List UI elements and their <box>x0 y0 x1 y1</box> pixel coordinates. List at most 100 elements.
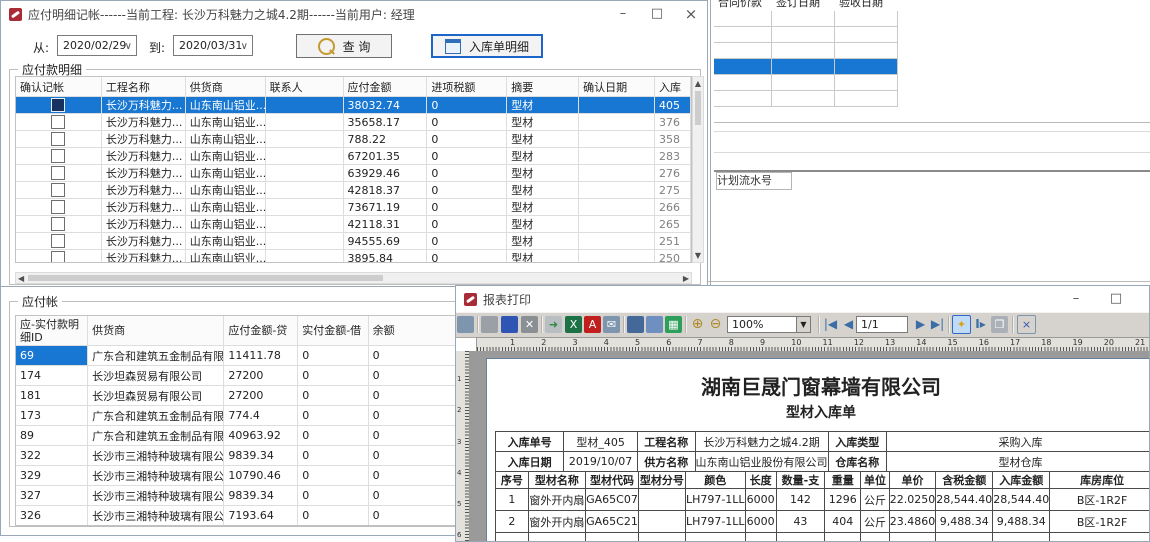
table-row[interactable]: 326长沙市三湘特种玻璃有限公司7193.6400 <box>16 506 465 526</box>
report-detail-cell <box>638 511 685 533</box>
hand-tool-icon[interactable]: ✦ <box>952 315 971 334</box>
confirm-checkbox[interactable] <box>51 251 65 263</box>
column-header[interactable]: 应-实付款明细ID <box>16 316 88 346</box>
table-row[interactable] <box>714 59 900 75</box>
confirm-checkbox[interactable] <box>51 200 65 214</box>
book-icon[interactable] <box>501 316 518 333</box>
last-page-button[interactable]: ▶| <box>929 316 946 333</box>
column-header[interactable]: 供货商 <box>88 316 224 346</box>
table-row[interactable] <box>714 43 900 59</box>
titlebar[interactable]: 报表打印 <box>456 286 1149 312</box>
close-preview-icon[interactable]: × <box>1017 315 1036 334</box>
minimize-button[interactable]: – <box>1059 286 1093 312</box>
table-row[interactable] <box>714 11 900 27</box>
table-row[interactable]: 长沙万科魅力...山东南山铝业...3895.840型材250 <box>16 250 691 263</box>
confirm-checkbox[interactable] <box>51 98 65 112</box>
text-select-tool-icon[interactable]: I▸ <box>972 316 989 333</box>
page-icon[interactable] <box>646 316 663 333</box>
table-row[interactable]: 329长沙市三湘特种玻璃有限公司10790.4600 <box>16 466 465 486</box>
toc-icon[interactable] <box>457 316 474 333</box>
table-row[interactable]: 长沙万科魅力...山东南山铝业...35658.170型材376 <box>16 114 691 131</box>
column-header[interactable]: 工程名称 <box>102 77 186 97</box>
receipt-detail-button[interactable]: 入库单明细 <box>431 34 543 58</box>
from-date-combo[interactable]: 2020/02/29∨ <box>57 35 137 56</box>
column-header[interactable]: 签订日期 <box>772 0 835 11</box>
page-setup-icon[interactable] <box>627 316 644 333</box>
to-date-combo[interactable]: 2020/03/31∨ <box>173 35 253 56</box>
zoom-out-icon[interactable]: ⊖ <box>707 316 724 333</box>
pdf-export-icon[interactable]: A <box>584 316 601 333</box>
table-cell <box>579 199 655 216</box>
table-row[interactable]: 69广东合和建筑五金制品有限公司11411.7800 <box>16 346 465 366</box>
print-icon[interactable] <box>481 316 498 333</box>
table-cell: 型材 <box>507 148 579 165</box>
column-header[interactable]: 联系人 <box>266 77 344 97</box>
next-page-button[interactable]: ▶ <box>912 316 929 333</box>
grid-icon[interactable]: ▦ <box>665 316 682 333</box>
close-button[interactable]: × <box>674 1 708 27</box>
report-detail-cell: 404 <box>825 511 861 533</box>
confirm-checkbox[interactable] <box>51 217 65 231</box>
page-number-box[interactable]: 1/1 <box>856 316 908 333</box>
column-header[interactable]: 合同价款 <box>714 0 772 11</box>
confirm-checkbox[interactable] <box>51 234 65 248</box>
table-row[interactable]: 长沙万科魅力...山东南山铝业...42118.310型材265 <box>16 216 691 233</box>
query-button[interactable]: 查 询 <box>296 34 392 58</box>
table-cell <box>579 216 655 233</box>
table-cell: 266 <box>655 199 691 216</box>
background-window: 合同价款签订日期验收日期 计划流水号 <box>714 0 1150 285</box>
copy-icon[interactable]: ❐ <box>991 316 1008 333</box>
table-row[interactable]: 181长沙坦森贸易有限公司2720000 <box>16 386 465 406</box>
column-header[interactable]: 确认日期 <box>579 77 655 97</box>
table-row[interactable] <box>714 75 900 91</box>
report-detail-cell <box>528 533 585 542</box>
column-header[interactable]: 应付金额-贷 <box>224 316 298 346</box>
export-icon[interactable]: ➜ <box>545 316 562 333</box>
column-header[interactable]: 实付金额-借 <box>298 316 368 346</box>
confirm-checkbox[interactable] <box>51 166 65 180</box>
preview-area[interactable]: 123456 湖南巨晟门窗幕墙有限公司 型材入库单 入库单号型材_405工程名称… <box>456 351 1150 542</box>
excel-export-icon[interactable]: X <box>565 316 582 333</box>
column-header[interactable]: 供货商 <box>186 77 266 97</box>
zoom-level-combo[interactable]: 100% ▼ <box>727 316 811 333</box>
vertical-scrollbar[interactable]: ▲ ▼ <box>692 76 704 263</box>
print-settings-icon[interactable]: ✕ <box>521 316 538 333</box>
table-row[interactable]: 322长沙市三湘特种玻璃有限公司9839.3400 <box>16 446 465 466</box>
column-header[interactable]: 验收日期 <box>835 0 898 11</box>
column-header[interactable]: 确认记帐 <box>16 77 102 97</box>
maximize-button[interactable]: □ <box>1099 286 1133 312</box>
table-row[interactable]: 173广东合和建筑五金制品有限公司774.400 <box>16 406 465 426</box>
table-row[interactable]: 长沙万科魅力...山东南山铝业...94555.690型材251 <box>16 233 691 250</box>
table-row[interactable]: 长沙万科魅力...山东南山铝业...63929.460型材276 <box>16 165 691 182</box>
confirm-checkbox[interactable] <box>51 115 65 129</box>
zoom-in-icon[interactable]: ⊕ <box>689 316 706 333</box>
confirm-checkbox[interactable] <box>51 149 65 163</box>
table-row[interactable]: 长沙万科魅力...山东南山铝业...788.220型材358 <box>16 131 691 148</box>
table-row[interactable]: 327长沙市三湘特种玻璃有限公司9839.3400 <box>16 486 465 506</box>
column-header[interactable]: 余额 <box>369 316 465 346</box>
table-row[interactable]: 长沙万科魅力...山东南山铝业...67201.350型材283 <box>16 148 691 165</box>
table-cell: 9839.34 <box>224 446 298 466</box>
close-button[interactable]: × <box>1139 286 1150 312</box>
column-header[interactable]: 入库 <box>655 77 691 97</box>
horizontal-scrollbar[interactable]: ◀ ▶ <box>15 272 692 284</box>
column-header[interactable]: 摘要 <box>507 77 579 97</box>
table-row[interactable]: 长沙万科魅力...山东南山铝业...42818.370型材275 <box>16 182 691 199</box>
column-header[interactable]: 应付金额 <box>344 77 428 97</box>
maximize-button[interactable]: □ <box>640 1 674 27</box>
table-row[interactable] <box>714 91 900 107</box>
titlebar[interactable]: 应付明细记帐------当前工程: 长沙万科魅力之城4.2期------当前用户… <box>1 1 707 27</box>
column-header[interactable]: 进项税额 <box>427 77 507 97</box>
table-row[interactable]: 174长沙坦森贸易有限公司2720000 <box>16 366 465 386</box>
table-row[interactable]: 长沙万科魅力...山东南山铝业...73671.190型材266 <box>16 199 691 216</box>
confirm-checkbox[interactable] <box>51 183 65 197</box>
first-page-button[interactable]: |◀ <box>822 316 839 333</box>
prev-page-button[interactable]: ◀ <box>840 316 857 333</box>
table-row[interactable] <box>714 27 900 43</box>
report-detail-cell <box>889 533 936 542</box>
table-row[interactable]: 89广东合和建筑五金制品有限公司40963.9200 <box>16 426 465 446</box>
minimize-button[interactable]: – <box>606 1 640 27</box>
confirm-checkbox[interactable] <box>51 132 65 146</box>
mail-icon[interactable]: ✉ <box>603 316 620 333</box>
table-row[interactable]: 长沙万科魅力...山东南山铝业...38032.740型材405 <box>16 97 691 114</box>
